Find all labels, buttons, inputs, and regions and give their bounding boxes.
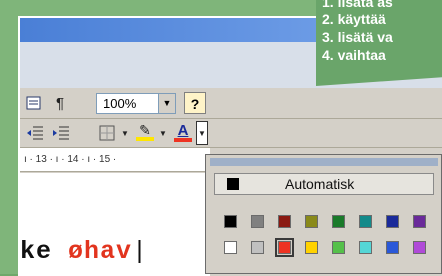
instruction-step-2: 2. käyttää — [322, 11, 386, 27]
formatting-toolbar — [20, 88, 442, 119]
color-swatch[interactable] — [386, 215, 399, 228]
horizontal-ruler: ı · 13 · ı · 14 · ı · 15 · — [20, 148, 210, 172]
highlight-button[interactable]: ✎ — [134, 121, 156, 143]
color-swatch[interactable] — [413, 241, 426, 254]
show-formatting-button[interactable]: ¶ — [50, 92, 70, 114]
pilcrow-icon: ¶ — [55, 94, 65, 112]
decrease-indent-button[interactable] — [24, 122, 46, 144]
ruler-ticks: ı · 13 · ı · 14 · ı · 15 · — [24, 154, 117, 165]
font-color-dropdown-icon[interactable]: ▼ — [196, 121, 208, 145]
zoom-select[interactable]: 100% ▼ — [96, 93, 176, 114]
document-word: ke — [20, 237, 69, 266]
automatic-color-swatch — [227, 178, 239, 190]
color-swatch[interactable] — [305, 215, 318, 228]
color-swatch[interactable] — [359, 215, 372, 228]
highlight-dropdown-icon[interactable]: ▼ — [158, 122, 168, 144]
color-swatch[interactable] — [251, 215, 264, 228]
instruction-step-4: 4. vaihtaa — [322, 47, 386, 63]
instruction-step-3: 3. lisätä va — [322, 29, 393, 45]
help-button[interactable]: ? — [184, 92, 206, 114]
color-swatch[interactable] — [224, 241, 237, 254]
font-color-palette: Automatisk — [205, 154, 442, 274]
color-swatch[interactable] — [359, 241, 372, 254]
document-text: ke øhav| — [20, 237, 148, 266]
font-color-button[interactable]: A — [172, 121, 194, 143]
document-map-icon[interactable] — [24, 92, 44, 114]
highlight-icon: ✎ — [139, 122, 151, 138]
color-swatch[interactable] — [413, 215, 426, 228]
color-swatch[interactable] — [275, 238, 294, 257]
automatic-color-label: Automatisk — [285, 176, 355, 192]
colored-document-word: øhav — [68, 237, 133, 266]
highlight-color-bar — [136, 137, 154, 141]
drawing-toolbar — [20, 119, 442, 148]
color-swatch[interactable] — [386, 241, 399, 254]
document-area[interactable]: ke øhav| — [20, 173, 210, 276]
palette-drag-handle[interactable] — [210, 158, 438, 166]
color-swatch[interactable] — [251, 241, 264, 254]
borders-button[interactable] — [96, 122, 118, 144]
color-swatch[interactable] — [332, 215, 345, 228]
font-color-icon: A — [177, 121, 189, 139]
help-icon: ? — [190, 96, 200, 112]
instruction-step-1: 1. lisätä as — [322, 0, 393, 10]
color-swatch[interactable] — [224, 215, 237, 228]
zoom-value: 100% — [103, 96, 137, 111]
borders-dropdown-icon[interactable]: ▼ — [120, 122, 130, 144]
chevron-down-icon[interactable]: ▼ — [158, 94, 175, 113]
automatic-color-button[interactable]: Automatisk — [214, 173, 434, 195]
color-swatch[interactable] — [278, 215, 291, 228]
font-color-bar — [174, 137, 192, 142]
color-swatch[interactable] — [305, 241, 318, 254]
increase-indent-button[interactable] — [50, 122, 72, 144]
text-cursor: | — [132, 237, 149, 266]
color-swatch[interactable] — [332, 241, 345, 254]
